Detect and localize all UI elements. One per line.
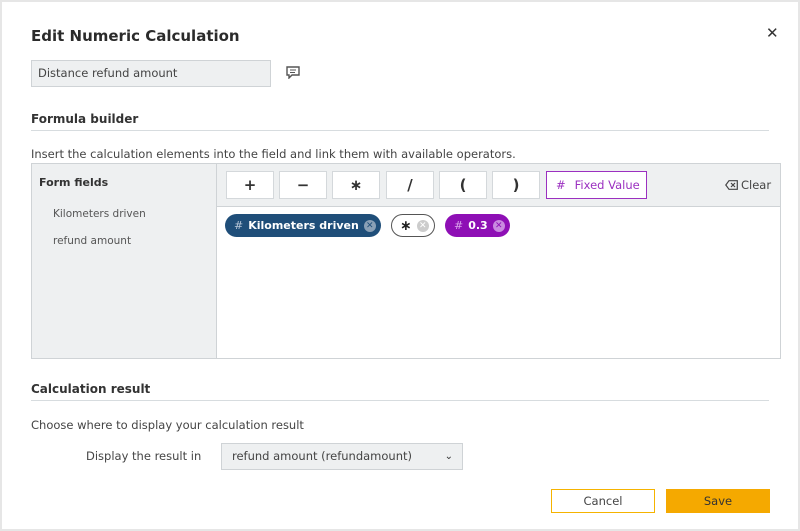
clear-label: Clear xyxy=(741,178,772,192)
hash-icon: # xyxy=(454,219,464,232)
chevron-down-icon: ⌄ xyxy=(444,451,453,462)
display-result-label: Display the result in xyxy=(86,449,202,463)
formula-builder-title: Formula builder xyxy=(31,112,139,126)
comment-icon[interactable] xyxy=(286,66,300,79)
calculation-name-input[interactable]: Distance refund amount xyxy=(31,60,271,87)
remove-chip-icon[interactable]: ✕ xyxy=(363,219,376,232)
divider xyxy=(31,130,769,131)
hash-icon: # xyxy=(556,178,566,192)
operator-divide-button[interactable]: / xyxy=(386,171,434,199)
open-parenthesis-button[interactable]: ( xyxy=(439,171,487,199)
formula-builder: Form fields Kilometers driven refund amo… xyxy=(31,163,781,359)
close-icon[interactable]: ✕ xyxy=(766,24,779,42)
chip-label: ∗ xyxy=(400,217,412,234)
formula-area[interactable]: # Kilometers driven ✕ ∗ ✕ # 0.3 ✕ xyxy=(217,208,780,358)
remove-chip-icon[interactable]: ✕ xyxy=(416,219,429,232)
divider xyxy=(31,400,769,401)
save-button[interactable]: Save xyxy=(666,489,770,513)
clear-button[interactable]: Clear xyxy=(725,178,771,192)
formula-chip-operator[interactable]: ∗ ✕ xyxy=(391,214,435,237)
remove-chip-icon[interactable]: ✕ xyxy=(492,219,505,232)
dialog-title: Edit Numeric Calculation xyxy=(31,27,240,45)
fixed-value-button[interactable]: # Fixed Value xyxy=(546,171,647,199)
selected-option: refund amount (refundamount) xyxy=(232,449,412,463)
calculation-result-hint: Choose where to display your calculation… xyxy=(31,418,304,432)
operator-plus-button[interactable]: + xyxy=(226,171,274,199)
cancel-button[interactable]: Cancel xyxy=(551,489,655,513)
display-result-select[interactable]: refund amount (refundamount) ⌄ xyxy=(221,443,463,470)
chip-label: 0.3 xyxy=(468,219,488,232)
form-field-item[interactable]: Kilometers driven xyxy=(53,208,146,220)
fixed-value-label: Fixed Value xyxy=(574,178,640,192)
operator-minus-button[interactable]: − xyxy=(279,171,327,199)
hash-icon: # xyxy=(234,219,244,232)
form-fields-panel: Form fields Kilometers driven refund amo… xyxy=(32,164,217,358)
close-parenthesis-button[interactable]: ) xyxy=(492,171,540,199)
form-field-item[interactable]: refund amount xyxy=(53,235,131,247)
operator-toolbar: + − ∗ / ( ) # Fixed Value Clear xyxy=(217,164,780,207)
formula-chip-field[interactable]: # Kilometers driven ✕ xyxy=(225,214,381,237)
edit-numeric-calculation-dialog: Edit Numeric Calculation ✕ Distance refu… xyxy=(2,2,798,529)
chip-label: Kilometers driven xyxy=(248,219,359,232)
calculation-result-title: Calculation result xyxy=(31,382,151,396)
formula-builder-hint: Insert the calculation elements into the… xyxy=(31,147,516,161)
backspace-icon xyxy=(725,180,738,190)
form-fields-title: Form fields xyxy=(39,176,109,189)
formula-chip-value[interactable]: # 0.3 ✕ xyxy=(445,214,510,237)
operator-multiply-button[interactable]: ∗ xyxy=(332,171,380,199)
